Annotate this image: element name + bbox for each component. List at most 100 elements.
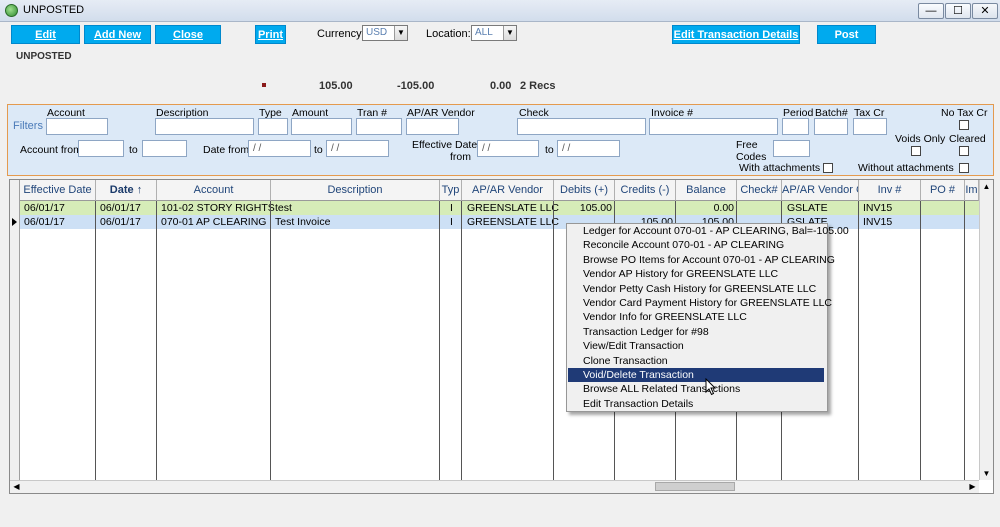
menu-item-ledger-for-account[interactable]: Ledger for Account 070-01 - AP CLEARING,… <box>568 224 849 238</box>
col-header-po[interactable]: PO # <box>921 180 965 201</box>
edit-details-label: Edit Transaction Details <box>673 29 799 41</box>
horizontal-scrollbar[interactable] <box>10 480 979 493</box>
voids-only-checkbox[interactable] <box>911 146 921 156</box>
menu-item-vendor-petty-cash-history[interactable]: Vendor Petty Cash History for GREENSLATE… <box>568 282 824 296</box>
menu-item-edit-transaction-details[interactable]: Edit Transaction Details <box>568 397 824 411</box>
cell-description: test <box>275 202 292 214</box>
account-to-input[interactable] <box>142 140 187 157</box>
menu-item-void-delete-transaction[interactable]: Void/Delete Transaction <box>568 368 824 383</box>
menu-item-reconcile-account[interactable]: Reconcile Account 070-01 - AP CLEARING <box>568 238 824 252</box>
col-header-im[interactable]: Im <box>965 180 979 201</box>
eff-date-from-label: from <box>450 151 471 163</box>
col-header-credits[interactable]: Credits (-) <box>615 180 676 201</box>
menu-item-view-edit-transaction[interactable]: View/Edit Transaction <box>568 339 824 353</box>
filter-period-input[interactable] <box>782 118 809 135</box>
edit-button[interactable]: Edit <box>11 25 80 44</box>
col-header-debits[interactable]: Debits (+) <box>554 180 615 201</box>
cell-inv: INV15 <box>863 216 893 228</box>
menu-item-clone-transaction[interactable]: Clone Transaction <box>568 354 824 368</box>
free-codes-input[interactable] <box>773 140 810 157</box>
col-header-vendor-code[interactable]: AP/AR Vendor C <box>782 180 859 201</box>
col-header-account[interactable]: Account <box>157 180 271 201</box>
filters-title: Filters <box>13 120 43 132</box>
scroll-left-icon[interactable]: ◀ <box>10 480 23 493</box>
account-from-label: Account from <box>20 144 82 156</box>
filter-account-input[interactable] <box>46 118 108 135</box>
cell-date: 06/01/17 <box>100 216 141 228</box>
menu-item-vendor-ap-history[interactable]: Vendor AP History for GREENSLATE LLC <box>568 267 824 281</box>
currency-dropdown[interactable]: USD ▼ <box>362 25 408 41</box>
col-header-description[interactable]: Description <box>271 180 440 201</box>
col-header-vendor[interactable]: AP/AR Vendor <box>462 180 554 201</box>
menu-item-transaction-ledger[interactable]: Transaction Ledger for #98 <box>568 325 824 339</box>
filter-taxcr-input[interactable] <box>853 118 887 135</box>
scroll-up-icon[interactable]: ▲ <box>980 180 993 193</box>
eff-date-to-label: to <box>545 144 554 156</box>
column-divider <box>461 201 462 480</box>
eff-date-to-input[interactable]: / / <box>557 140 620 157</box>
vertical-scrollbar[interactable] <box>979 180 993 480</box>
scroll-down-icon[interactable]: ▼ <box>980 467 993 480</box>
menu-item-browse-all-related[interactable]: Browse ALL Related Transactions <box>568 382 824 396</box>
column-divider <box>964 201 965 480</box>
post-button[interactable]: Post <box>817 25 876 44</box>
column-divider <box>553 201 554 480</box>
chevron-down-icon: ▼ <box>394 26 407 40</box>
cell-account: 070-01 AP CLEARING <box>161 216 267 228</box>
cell-typ: I <box>450 202 453 214</box>
date-from-label: Date from <box>203 144 250 156</box>
account-from-input[interactable] <box>78 140 124 157</box>
date-to-input[interactable]: / / <box>326 140 389 157</box>
with-attachments-checkbox[interactable] <box>823 163 833 173</box>
close-button-label: Close <box>173 29 203 41</box>
col-header-check[interactable]: Check# <box>737 180 782 201</box>
date-from-input[interactable]: / / <box>248 140 311 157</box>
with-attachments-label: With attachments <box>739 162 821 174</box>
status-indicator <box>262 83 266 87</box>
col-header-balance[interactable]: Balance <box>676 180 737 201</box>
title-bar <box>0 0 1000 22</box>
no-taxcr-checkbox[interactable] <box>959 120 969 130</box>
menu-item-browse-po-items[interactable]: Browse PO Items for Account 070-01 - AP … <box>568 253 835 267</box>
close-window-button[interactable]: ✕ <box>972 3 998 19</box>
cell-description: Test Invoice <box>275 216 331 228</box>
add-new-button[interactable]: Add New <box>84 25 151 44</box>
menu-item-vendor-card-payment-history[interactable]: Vendor Card Payment History for GREENSLA… <box>568 296 832 310</box>
cell-inv: INV15 <box>863 202 893 214</box>
without-attachments-checkbox[interactable] <box>959 163 969 173</box>
account-to-label: to <box>129 144 138 156</box>
filter-type-input[interactable] <box>258 118 288 135</box>
filter-description-input[interactable] <box>155 118 254 135</box>
maximize-button[interactable]: ☐ <box>945 3 971 19</box>
filter-check-input[interactable] <box>517 118 646 135</box>
currency-label: Currency <box>317 28 362 40</box>
cleared-checkbox[interactable] <box>959 146 969 156</box>
scroll-right-icon[interactable]: ▶ <box>966 480 979 493</box>
filter-tran-input[interactable] <box>356 118 402 135</box>
filter-batch-input[interactable] <box>814 118 848 135</box>
close-button[interactable]: Close <box>155 25 221 44</box>
horizontal-scroll-thumb[interactable] <box>655 482 735 491</box>
table-row[interactable]: 06/01/17 06/01/17 101-02 STORY RIGHTS te… <box>20 201 979 215</box>
sort-ascending-icon: ↑ <box>136 184 143 196</box>
col-header-effective-date[interactable]: Effective Date <box>20 180 96 201</box>
summary-record-count: 2 Recs <box>520 80 556 92</box>
menu-item-vendor-info[interactable]: Vendor Info for GREENSLATE LLC <box>568 310 824 324</box>
location-dropdown[interactable]: ALL ▼ <box>471 25 517 41</box>
eff-date-from-input[interactable]: / / <box>477 140 539 157</box>
col-header-typ[interactable]: Typ <box>440 180 462 201</box>
current-row-pointer-icon <box>12 218 17 226</box>
filter-vendor-input[interactable] <box>406 118 459 135</box>
free-codes-label: Free <box>736 139 758 151</box>
print-button[interactable]: Print <box>255 25 286 44</box>
minimize-button[interactable]: — <box>918 3 944 19</box>
column-divider <box>156 201 157 480</box>
col-header-inv[interactable]: Inv # <box>859 180 921 201</box>
filter-no-taxcr-label: No Tax Cr <box>941 107 988 119</box>
add-new-button-label: Add New <box>93 29 142 41</box>
edit-transaction-details-button[interactable]: Edit Transaction Details <box>672 25 800 44</box>
col-header-date[interactable]: Date ↑ <box>96 180 157 201</box>
eff-date-label: Effective Date <box>412 139 478 151</box>
filter-amount-input[interactable] <box>291 118 352 135</box>
filter-invoice-input[interactable] <box>649 118 778 135</box>
